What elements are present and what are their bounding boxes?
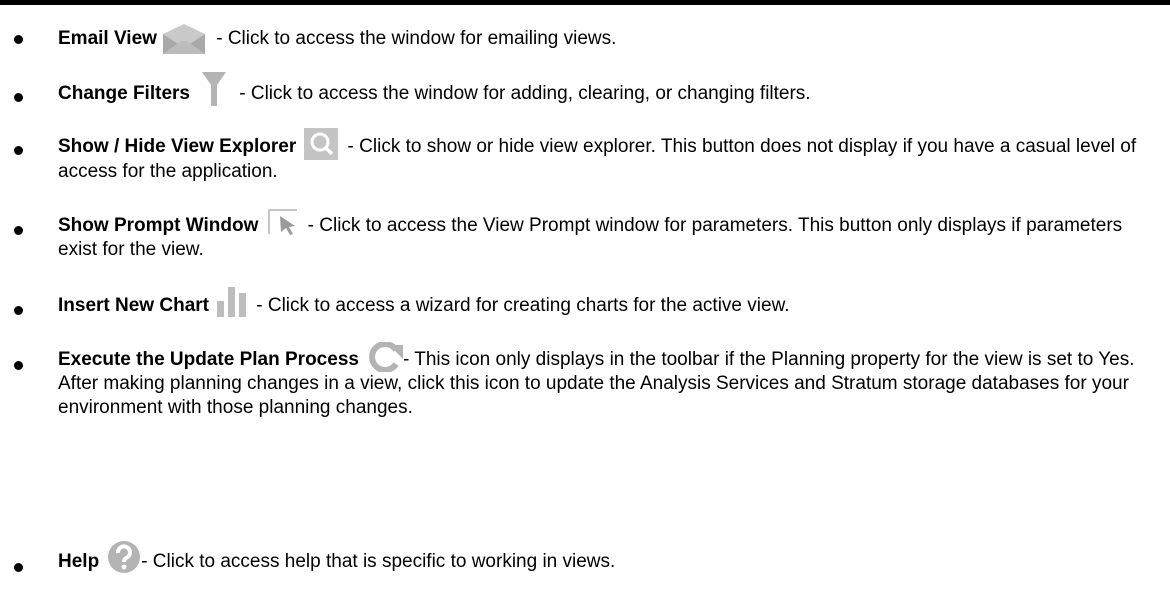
item-desc-change-filters: - Click to access the window for adding,… xyxy=(233,83,811,105)
item-title-view-explorer: Show / Hide View Explorer xyxy=(58,136,297,158)
item-title-help: Help xyxy=(58,551,100,573)
bullet xyxy=(14,226,23,235)
item-title-change-filters: Change Filters xyxy=(58,83,190,105)
bullet xyxy=(14,361,23,370)
item-title-prompt-window: Show Prompt Window xyxy=(58,215,259,236)
bullet xyxy=(14,35,23,44)
refresh-icon xyxy=(369,342,403,372)
help-icon xyxy=(107,541,141,574)
bullet xyxy=(14,146,23,155)
bullet xyxy=(14,306,23,315)
envelope-icon xyxy=(161,24,207,54)
item-title-update-plan: Execute the Update Plan Process xyxy=(58,349,359,371)
view-explorer-icon xyxy=(304,128,339,160)
item-desc-insert-chart: - Click to access a wizard for creating … xyxy=(250,295,790,316)
item-title-email-view: Email View xyxy=(58,28,157,50)
bar-chart-icon xyxy=(216,286,247,317)
top-rule xyxy=(0,0,1170,5)
filter-icon xyxy=(201,72,226,106)
item-desc-email-view: - Click to access the window for emailin… xyxy=(210,28,617,50)
bullet xyxy=(14,93,23,102)
item-desc-help: - Click to access help that is specific … xyxy=(141,551,616,573)
item-title-insert-chart: Insert New Chart xyxy=(58,295,209,316)
bullet xyxy=(14,563,23,572)
prompt-cursor-icon xyxy=(268,209,298,235)
